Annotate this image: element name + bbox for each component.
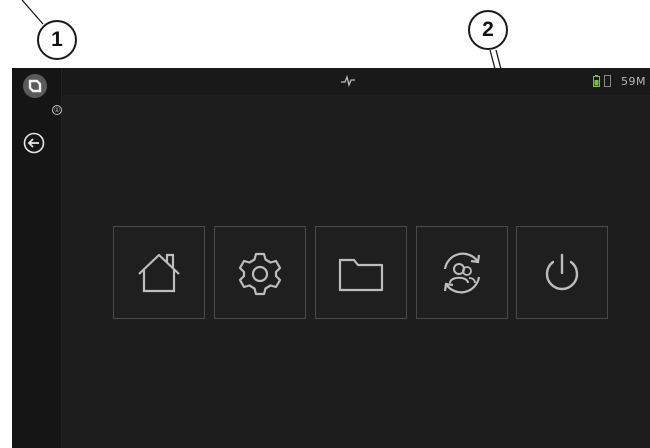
- settings-gear-icon: [238, 252, 282, 295]
- callout-2: 2: [468, 10, 508, 50]
- settings-button[interactable]: [214, 226, 306, 319]
- sd-card-icon: [604, 75, 611, 87]
- folder-icon: [338, 258, 384, 291]
- activity-icon: [341, 75, 355, 87]
- info-badge: ①: [52, 105, 62, 115]
- status-time-text: 59M: [621, 75, 646, 88]
- device-screen: 59M ①: [12, 68, 650, 448]
- app-logo-icon[interactable]: [23, 74, 47, 98]
- files-button[interactable]: [315, 226, 407, 319]
- battery-icon: [593, 75, 600, 87]
- user-switch-button[interactable]: [416, 226, 508, 319]
- power-icon: [545, 253, 579, 290]
- back-arrow-icon[interactable]: [23, 132, 45, 154]
- user-switch-icon: [443, 252, 481, 293]
- callout-1: 1: [37, 20, 77, 60]
- power-button[interactable]: [516, 226, 608, 319]
- sidebar: ①: [12, 68, 62, 448]
- home-icon: [138, 253, 180, 292]
- home-button[interactable]: [113, 226, 205, 319]
- status-bar: 59M: [12, 68, 650, 95]
